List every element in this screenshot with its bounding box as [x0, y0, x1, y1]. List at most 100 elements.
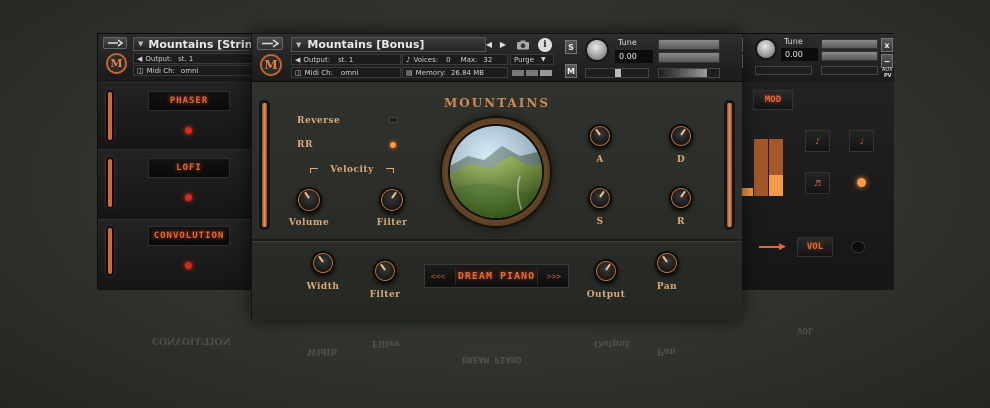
right-toggle[interactable]	[851, 241, 865, 253]
next-instrument-icon[interactable]: ▶	[498, 38, 508, 51]
rr-label: RR	[297, 140, 313, 150]
pan-label: Pan	[656, 282, 678, 292]
width-label: Width	[306, 282, 340, 292]
main-output-value: st. 1	[338, 55, 354, 64]
vol-button[interactable]: VOL	[797, 237, 833, 257]
fx-button-convolution[interactable]: CONVOLUTION	[148, 226, 230, 246]
right-level-meter-bottom	[821, 51, 878, 61]
memory-label: Memory:	[415, 68, 446, 77]
wrench-icon[interactable]	[257, 37, 283, 50]
fx-button-phaser[interactable]: PHASER	[148, 91, 230, 111]
main-tune-knob[interactable]	[585, 38, 609, 62]
bottom-filter-knob[interactable]	[373, 259, 397, 283]
max-value[interactable]: 32	[483, 56, 492, 64]
mute-button[interactable]: M	[565, 64, 577, 78]
fx-slider-phaser[interactable]	[108, 92, 112, 140]
mod-button[interactable]: MOD	[753, 90, 793, 110]
main-tune-value[interactable]: 0.00	[615, 50, 653, 63]
release-knob[interactable]	[669, 186, 693, 210]
main-output-label: Output:	[303, 55, 331, 64]
fx-section-convolution: CONVOLUTION	[98, 219, 258, 290]
rr-led[interactable]	[390, 142, 396, 148]
right-tune-label: Tune	[784, 37, 803, 46]
output-label: Output	[586, 290, 626, 300]
strings-output-label: Output:	[145, 54, 173, 63]
volume-label: Volume	[288, 218, 330, 228]
fx-button-lofi[interactable]: LOFI	[148, 158, 230, 178]
logo-icon: M	[106, 53, 127, 74]
preset-name-display[interactable]: DREAM PIANO	[455, 267, 538, 285]
fx-led-lofi[interactable]	[185, 194, 192, 201]
release-label: R	[677, 217, 685, 227]
main-name-text: Mountains [Bonus]	[307, 38, 425, 51]
pan-knob[interactable]	[655, 251, 679, 275]
purge-dropdown[interactable]: Purge ▼	[510, 54, 554, 65]
main-instrument-name[interactable]: ▼ Mountains [Bonus]	[291, 37, 486, 52]
decay-label: D	[676, 155, 686, 165]
velocity-filter-knob[interactable]	[379, 187, 405, 213]
right-tune-knob[interactable]	[755, 38, 777, 60]
right-active-led[interactable]	[857, 178, 866, 187]
solo-button[interactable]: S	[565, 40, 577, 54]
strings-midi-row[interactable]: ◫ Midi Ch: omni	[133, 65, 258, 76]
strings-midi-value: omni	[180, 66, 199, 75]
wrench-icon[interactable]	[103, 37, 127, 49]
right-close-button-2[interactable]: x	[881, 38, 893, 52]
info-icon[interactable]: i	[538, 38, 552, 52]
reflection-convolution: CONVOLUTION	[152, 335, 231, 345]
reverse-toggle[interactable]	[389, 117, 398, 123]
decay-knob[interactable]	[669, 124, 693, 148]
camera-icon[interactable]	[514, 37, 532, 52]
close-icon: x	[884, 40, 890, 50]
sustain-knob[interactable]	[588, 186, 612, 210]
strings-instrument-name[interactable]: ▼ Mountains [Strings]	[133, 37, 258, 51]
prev-instrument-icon[interactable]: ◀	[484, 38, 494, 51]
main-level-meter-top	[658, 39, 720, 50]
main-midi-row[interactable]: ◫ Midi Ch: omni	[291, 67, 401, 78]
right-minimize-button-2[interactable]: −	[881, 54, 893, 68]
max-label: Max:	[460, 55, 478, 64]
note-8-button[interactable]: ♪	[805, 130, 830, 152]
mod-bar-area[interactable]	[739, 126, 785, 196]
strings-name-text: Mountains [Strings]	[148, 37, 257, 51]
reflection-width: Width	[307, 346, 338, 356]
velocity-label: Velocity	[330, 165, 374, 175]
strings-output-row[interactable]: ◀ Output: st. 1	[133, 53, 258, 64]
right-volume-slider[interactable]	[821, 66, 878, 75]
back-right-instrument-window: x − AUX Tune 0.00 x − AUX PV MOD ♪ ♩ ♬ ▶…	[728, 33, 894, 290]
preset-next-button[interactable]: >>>	[543, 267, 565, 285]
voices-value: 0	[446, 55, 451, 64]
right-expression-slider[interactable]	[727, 103, 732, 227]
note-16-button[interactable]: ♬	[805, 172, 830, 194]
arrow-left-icon: ◀	[295, 55, 301, 64]
voices-icon: ♪	[406, 55, 411, 64]
fx-slider-convolution[interactable]	[108, 228, 112, 274]
minimize-icon: −	[883, 56, 891, 66]
fx-led-phaser[interactable]	[185, 127, 192, 134]
main-output-row[interactable]: ◀ Output: st. 1	[291, 54, 401, 65]
purge-label: Purge	[514, 55, 535, 64]
floor-reflection: CONVOLUTION Width Filter DREAM PIANO Out…	[97, 320, 893, 408]
width-knob[interactable]	[311, 251, 335, 275]
strings-midi-label: Midi Ch:	[146, 66, 175, 75]
main-pan-slider[interactable]	[585, 68, 649, 78]
preset-prev-button[interactable]: <<<	[427, 267, 449, 285]
mountains-bonus-window: M ▼ Mountains [Bonus] ◀ ▶ i ◀ Output: st…	[251, 33, 742, 320]
right-tune-value[interactable]: 0.00	[781, 48, 818, 61]
mod-bar[interactable]	[754, 139, 768, 196]
left-expression-slider[interactable]	[262, 103, 267, 227]
fx-led-convolution[interactable]	[185, 262, 192, 269]
voices-label: Voices:	[413, 55, 439, 64]
note-4-button[interactable]: ♩	[849, 130, 874, 152]
memory-meter	[512, 70, 552, 76]
attack-knob[interactable]	[588, 124, 612, 148]
volume-knob[interactable]	[296, 187, 322, 213]
main-midi-label: Midi Ch:	[304, 68, 333, 77]
main-volume-slider[interactable]	[658, 68, 720, 78]
output-knob[interactable]	[594, 259, 618, 283]
reflection-output: Output	[594, 338, 630, 348]
mod-bar-fill	[769, 175, 783, 196]
fx-slider-lofi[interactable]	[108, 159, 112, 207]
right-pan-slider[interactable]	[755, 66, 812, 75]
fx-section-phaser: PHASER	[98, 82, 258, 149]
